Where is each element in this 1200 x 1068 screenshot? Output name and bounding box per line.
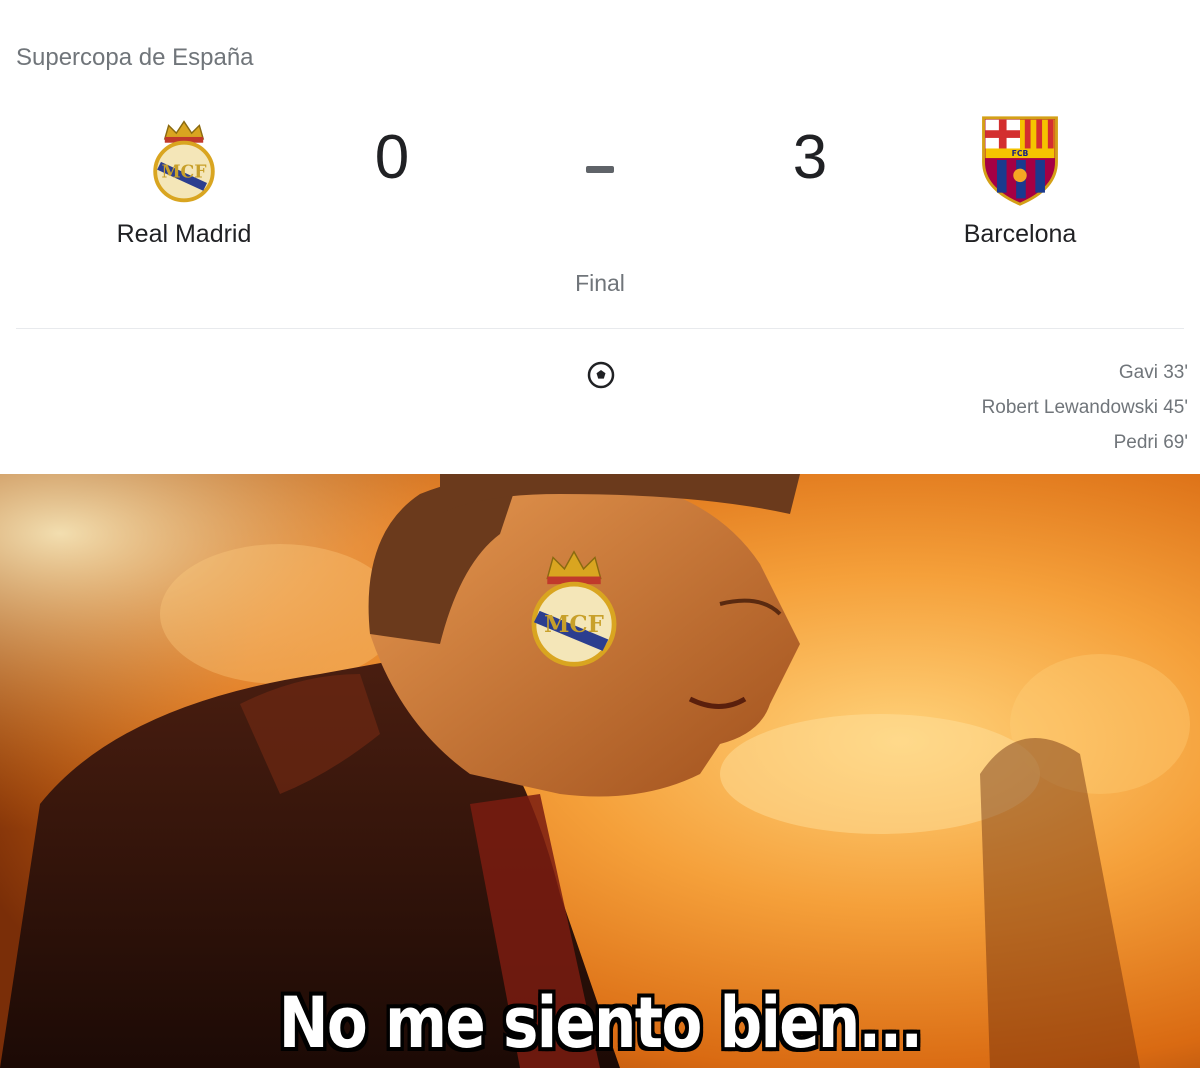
real-madrid-crest-icon: MCF	[153, 120, 215, 203]
competition-label: Supercopa de España	[16, 44, 254, 71]
svg-text:MCF: MCF	[544, 612, 604, 638]
score-separator	[586, 166, 614, 173]
home-team-name: Real Madrid	[116, 220, 252, 248]
svg-text:FCB: FCB	[1012, 149, 1029, 158]
goal-scorers-list: Gavi 33' Robert Lewandowski 45' Pedri 69…	[982, 360, 1188, 465]
home-score: 0	[374, 123, 410, 192]
away-team[interactable]: FCB Barcelona	[890, 112, 1150, 249]
match-card: Supercopa de España MCF Real Madrid 0 3 …	[0, 0, 1200, 474]
soccer-ball-icon	[587, 361, 615, 389]
real-madrid-crest-icon: MCF	[531, 550, 617, 667]
goal-scorer: Gavi 33'	[1118, 362, 1188, 383]
goal-scorer: Robert Lewandowski 45'	[981, 397, 1188, 418]
match-status: Final	[575, 270, 625, 296]
home-team[interactable]: MCF Real Madrid	[54, 112, 314, 249]
goal-scorer: Pedri 69'	[1113, 432, 1188, 453]
fc-barcelona-crest-icon: FCB	[982, 116, 1058, 206]
svg-text:MCF: MCF	[161, 162, 207, 182]
away-score: 3	[792, 123, 828, 192]
meme-image: MCF	[0, 474, 1200, 1068]
divider	[16, 328, 1184, 329]
away-team-name: Barcelona	[963, 220, 1077, 248]
meme-caption: No me siento bien...	[278, 982, 923, 1064]
